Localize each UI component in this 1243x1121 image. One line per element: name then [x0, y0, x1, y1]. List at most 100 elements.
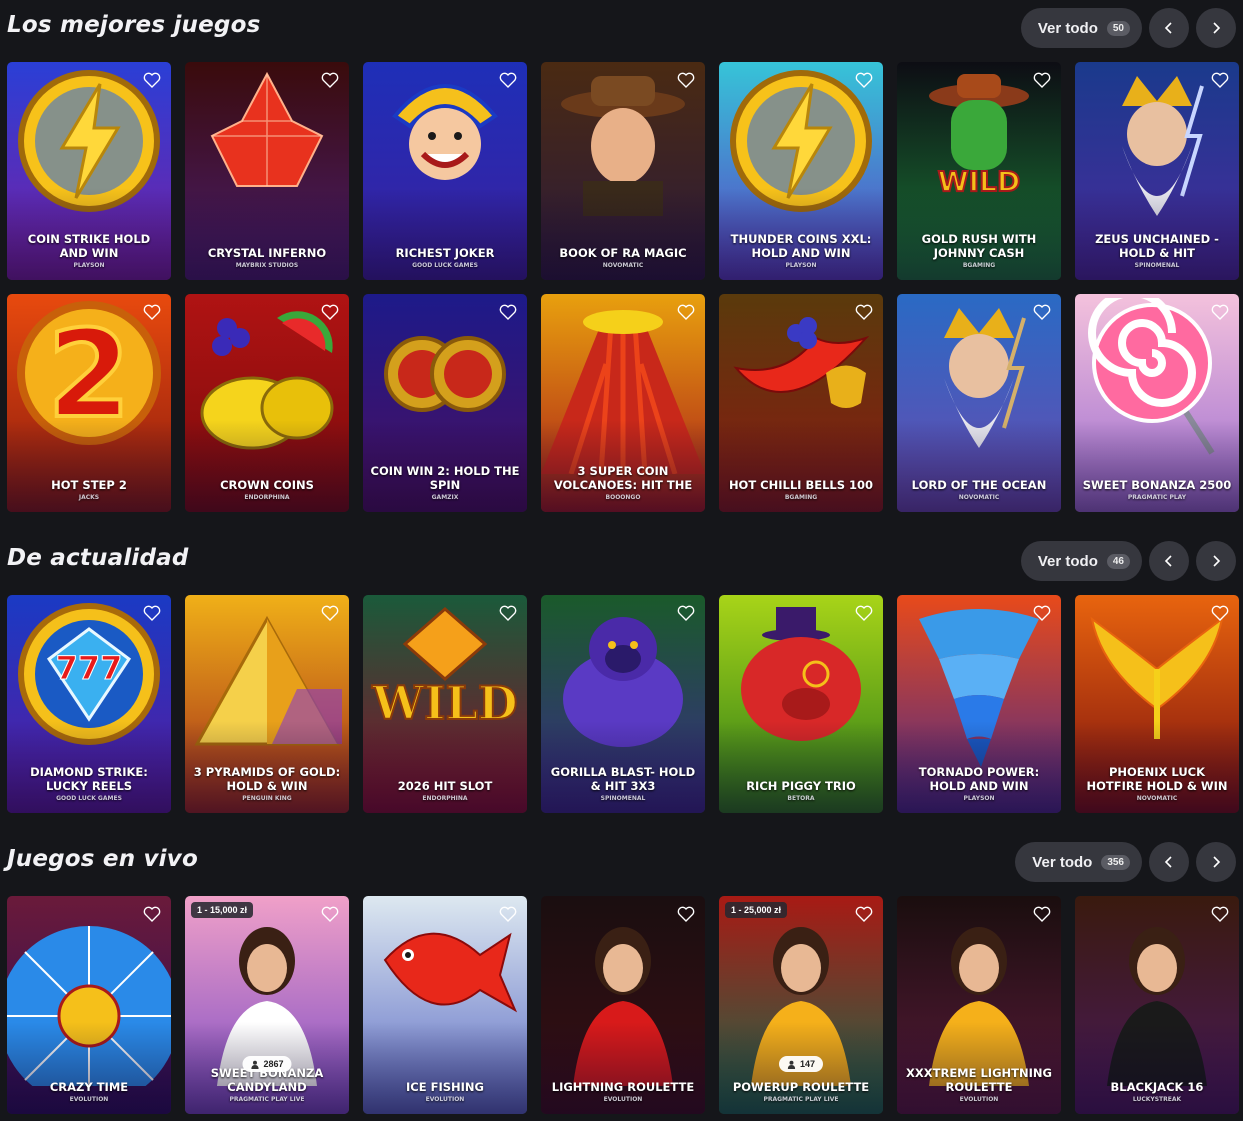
game-provider: Endorphina — [422, 795, 468, 802]
game-title: Tornado Power: Hold and Win — [918, 765, 1040, 793]
favorite-button[interactable] — [676, 904, 696, 924]
game-card[interactable]: 3 Super Coin Volcanoes: Hit the Booongo — [541, 294, 705, 512]
favorite-button[interactable] — [142, 302, 162, 322]
game-card[interactable]: 1 - 25,000 zł PowerUP Roulette Pragmatic P… — [719, 896, 883, 1114]
game-provider: Pragmatic Play — [1127, 494, 1187, 501]
chevron-left-icon — [1164, 555, 1172, 567]
favorite-button[interactable] — [320, 603, 340, 623]
game-row: Crazy Time Evolution 1 - 15,000 zł Sweet Bo… — [7, 896, 1239, 1114]
game-provider: Novomatic — [958, 494, 1000, 501]
favorite-button[interactable] — [498, 302, 518, 322]
game-provider: Novomatic — [602, 262, 644, 269]
game-row: 2 Hot Step 2 Jacks Crown Coins Endorphina Coi… — [7, 294, 1239, 512]
favorite-button[interactable] — [498, 603, 518, 623]
favorite-button[interactable] — [676, 70, 696, 90]
game-card[interactable]: Richest Joker Good Luck Games — [363, 62, 527, 280]
game-meta: 2026 Hit Slot Endorphina — [369, 779, 521, 804]
favorite-button[interactable] — [498, 904, 518, 924]
favorite-button[interactable] — [1210, 302, 1230, 322]
favorite-button[interactable] — [142, 904, 162, 924]
favorite-button[interactable] — [320, 70, 340, 90]
game-card[interactable]: Lightning Roulette Evolution — [541, 896, 705, 1114]
favorite-button[interactable] — [1032, 603, 1052, 623]
next-button[interactable] — [1196, 842, 1236, 882]
game-card[interactable]: Crazy Time Evolution — [7, 896, 171, 1114]
chevron-right-icon — [1213, 555, 1221, 567]
game-title: 3 Super Coin Volcanoes: Hit the — [553, 464, 693, 492]
game-card[interactable]: 777 Diamond Strike: Lucky Reels Good Luck … — [7, 595, 171, 813]
game-provider: Spinomenal — [1134, 262, 1180, 269]
favorite-button[interactable] — [1032, 904, 1052, 924]
prev-button[interactable] — [1149, 842, 1189, 882]
next-button[interactable] — [1196, 541, 1236, 581]
game-card[interactable]: XXXtreme Lightning Roulette Evolution — [897, 896, 1061, 1114]
favorite-button[interactable] — [854, 904, 874, 924]
prev-button[interactable] — [1149, 541, 1189, 581]
heart-icon — [1033, 906, 1051, 922]
favorite-button[interactable] — [142, 70, 162, 90]
coins-icon — [380, 334, 510, 419]
game-card[interactable]: Crown Coins Endorphina — [185, 294, 349, 512]
favorite-button[interactable] — [1210, 904, 1230, 924]
bet-range-badge: 1 - 25,000 zł — [725, 902, 788, 918]
favorite-button[interactable] — [320, 302, 340, 322]
favorite-button[interactable] — [676, 302, 696, 322]
crystal-icon — [202, 66, 332, 201]
game-card[interactable]: Tornado Power: Hold and Win Playson — [897, 595, 1061, 813]
favorite-button[interactable] — [854, 302, 874, 322]
game-card[interactable]: Gorilla Blast- Hold & Hit 3x3 Spinomenal — [541, 595, 705, 813]
prev-button[interactable] — [1149, 8, 1189, 48]
favorite-button[interactable] — [320, 904, 340, 924]
see-all-button[interactable]: Ver todo 50 — [1020, 8, 1142, 48]
game-card[interactable]: Lord of the Ocean Novomatic — [897, 294, 1061, 512]
game-provider: Good Luck Games — [56, 795, 122, 802]
next-button[interactable] — [1196, 8, 1236, 48]
heart-icon — [499, 605, 517, 621]
section-controls: Ver todo 46 — [1020, 541, 1236, 581]
game-card[interactable]: Coin Win 2: Hold the Spin Gamzix — [363, 294, 527, 512]
game-title: Thunder Coins XXL: Hold and Win — [730, 232, 872, 260]
svg-text:777: 777 — [56, 649, 123, 687]
player-count: 2867 — [263, 1059, 284, 1069]
game-card[interactable]: 3 Pyramids of Gold: Hold & Win Penguin Ki… — [185, 595, 349, 813]
game-card[interactable]: 2 Hot Step 2 Jacks — [7, 294, 171, 512]
game-meta: PowerUP Roulette Pragmatic Play Live — [725, 1080, 877, 1105]
bet-range-badge: 1 - 15,000 zł — [191, 902, 254, 918]
game-card[interactable]: WILD Gold Rush with Johnny Cash BGaming — [897, 62, 1061, 280]
heart-icon — [143, 906, 161, 922]
game-card[interactable]: Hot Chilli Bells 100 BGaming — [719, 294, 883, 512]
game-title: Lord of the Ocean — [911, 478, 1047, 492]
game-card[interactable]: 1 - 15,000 zł Sweet Bonanza Candyland Prag… — [185, 896, 349, 1114]
game-provider: Booongo — [605, 494, 641, 501]
favorite-button[interactable] — [854, 70, 874, 90]
see-all-button[interactable]: Ver todo 46 — [1020, 541, 1142, 581]
game-provider: Jacks — [78, 494, 100, 501]
favorite-button[interactable] — [854, 603, 874, 623]
game-card[interactable]: Book of Ra Magic Novomatic — [541, 62, 705, 280]
game-meta: Gorilla Blast- Hold & Hit 3x3 Spinomenal — [547, 765, 699, 804]
heart-icon — [1211, 605, 1229, 621]
game-card[interactable]: Sweet Bonanza 2500 Pragmatic Play — [1075, 294, 1239, 512]
favorite-button[interactable] — [1210, 603, 1230, 623]
game-meta: Gold Rush with Johnny Cash BGaming — [903, 232, 1055, 271]
game-card[interactable]: Ice Fishing Evolution — [363, 896, 527, 1114]
favorite-button[interactable] — [1210, 70, 1230, 90]
game-title: Diamond Strike: Lucky Reels — [30, 765, 148, 793]
see-all-button[interactable]: Ver todo 356 — [1015, 842, 1142, 882]
game-card[interactable]: Thunder Coins XXL: Hold and Win Playson — [719, 62, 883, 280]
game-title: Hot Chilli Bells 100 — [728, 478, 874, 492]
favorite-button[interactable] — [676, 603, 696, 623]
game-provider: Playson — [785, 262, 817, 269]
favorite-button[interactable] — [142, 603, 162, 623]
favorite-button[interactable] — [1032, 302, 1052, 322]
favorite-button[interactable] — [1032, 70, 1052, 90]
game-card[interactable]: WILD 2026 Hit Slot Endorphina — [363, 595, 527, 813]
favorite-button[interactable] — [498, 70, 518, 90]
game-provider: Evolution — [69, 1096, 109, 1103]
game-card[interactable]: Coin Strike Hold and Win Playson — [7, 62, 171, 280]
game-card[interactable]: Crystal Inferno Maybrix Studios — [185, 62, 349, 280]
game-card[interactable]: Phoenix Luck Hotfire Hold & Win Novomatic — [1075, 595, 1239, 813]
game-card[interactable]: Rich Piggy Trio Betora — [719, 595, 883, 813]
game-card[interactable]: Blackjack 16 Luckystreak — [1075, 896, 1239, 1114]
game-card[interactable]: Zeus Unchained - Hold & Hit Spinomenal — [1075, 62, 1239, 280]
